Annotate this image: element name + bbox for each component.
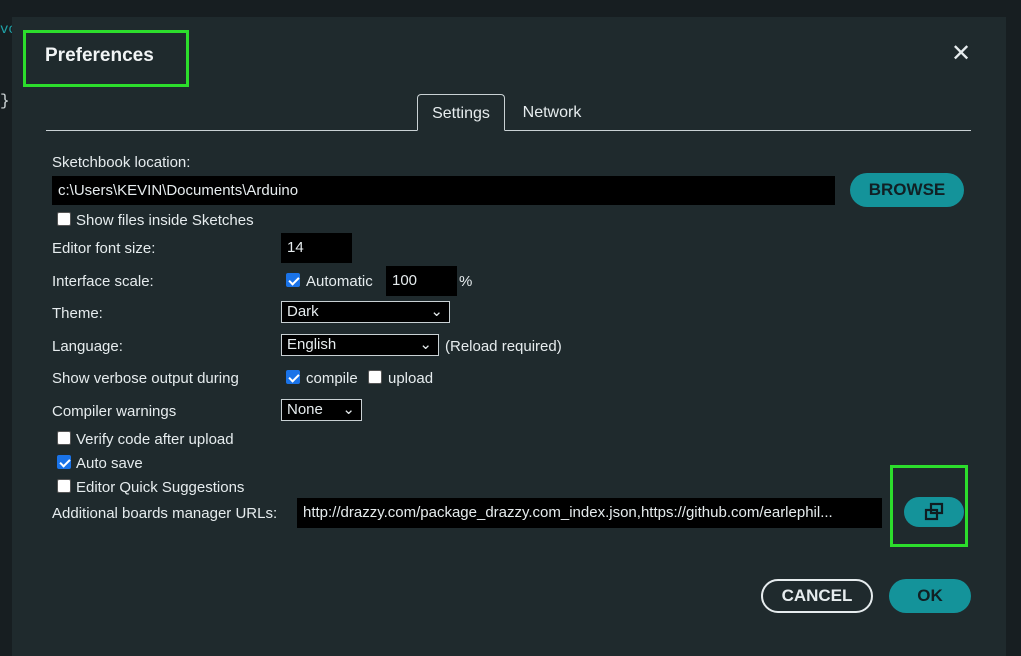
language-label: Language: [52, 338, 123, 355]
background-code-brace: } [0, 92, 10, 110]
automatic-scale-checkbox[interactable] [286, 273, 300, 287]
show-files-label: Show files inside Sketches [76, 212, 254, 229]
edit-urls-button[interactable] [904, 497, 964, 527]
verbose-output-label: Show verbose output during [52, 370, 239, 387]
auto-save-label: Auto save [76, 455, 143, 472]
interface-scale-unit: % [459, 273, 473, 290]
language-select-value: English [287, 336, 337, 353]
compiler-warnings-value: None [287, 401, 323, 418]
preferences-dialog: Preferences ✕ Settings Network Sketchboo… [12, 17, 1006, 656]
interface-scale-label: Interface scale: [52, 273, 154, 290]
show-files-checkbox[interactable] [57, 212, 71, 226]
ok-button[interactable]: OK [889, 579, 971, 613]
compiler-warnings-select[interactable]: None ⌄ [281, 399, 362, 421]
chevron-down-icon: ⌄ [342, 401, 355, 418]
font-size-input[interactable]: 14 [281, 233, 352, 263]
theme-select-value: Dark [287, 303, 319, 320]
font-size-label: Editor font size: [52, 240, 156, 257]
close-icon[interactable]: ✕ [949, 42, 973, 66]
auto-save-checkbox[interactable] [57, 455, 71, 469]
tab-settings[interactable]: Settings [417, 94, 505, 131]
tab-divider [46, 130, 971, 131]
verbose-upload-label: upload [388, 370, 434, 387]
browse-button[interactable]: BROWSE [850, 173, 964, 207]
dialog-title: Preferences [45, 45, 154, 66]
theme-label: Theme: [52, 305, 103, 322]
compiler-warnings-label: Compiler warnings [52, 403, 177, 420]
open-window-icon [924, 502, 944, 521]
cancel-button[interactable]: CANCEL [761, 579, 873, 613]
verify-upload-label: Verify code after upload [76, 431, 234, 448]
verbose-upload-checkbox[interactable] [368, 370, 382, 384]
quick-suggestions-checkbox[interactable] [57, 479, 71, 493]
tab-network[interactable]: Network [512, 94, 592, 131]
reload-required-note: (Reload required) [445, 338, 562, 355]
boards-urls-input[interactable]: http://drazzy.com/package_drazzy.com_ind… [297, 498, 882, 528]
automatic-scale-label: Automatic [306, 273, 373, 290]
chevron-down-icon: ⌄ [430, 303, 443, 320]
sketchbook-label: Sketchbook location: [52, 154, 191, 171]
quick-suggestions-label: Editor Quick Suggestions [76, 479, 245, 496]
boards-urls-label: Additional boards manager URLs: [52, 505, 278, 522]
verify-upload-checkbox[interactable] [57, 431, 71, 445]
chevron-down-icon: ⌄ [419, 336, 432, 353]
verbose-compile-checkbox[interactable] [286, 370, 300, 384]
verbose-compile-label: compile [306, 370, 358, 387]
sketchbook-path-input[interactable]: c:\Users\KEVIN\Documents\Arduino [52, 176, 835, 205]
theme-select[interactable]: Dark ⌄ [281, 301, 450, 323]
language-select[interactable]: English ⌄ [281, 334, 439, 356]
interface-scale-input[interactable]: 100 [386, 266, 457, 296]
